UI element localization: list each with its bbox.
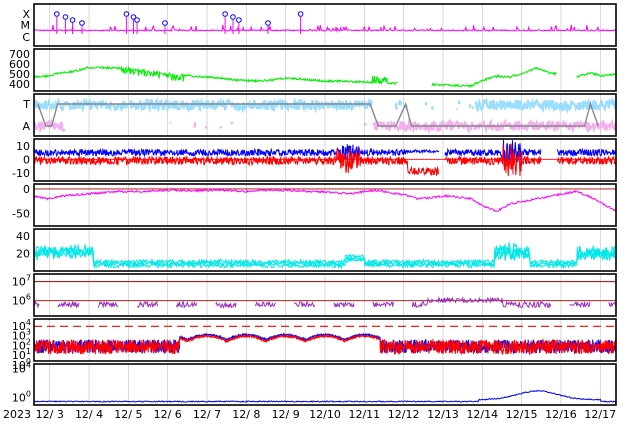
flare-marker	[69, 17, 76, 23]
solar-wind-speed-panel: 400500600700	[9, 48, 617, 92]
x-tick-label: 12/ 5	[114, 408, 142, 421]
flare-marker	[222, 11, 228, 17]
flare-marker	[236, 17, 242, 23]
x-tick-label: 12/14	[466, 408, 498, 421]
imf-field-panel: -10010	[12, 138, 617, 182]
dst-index-panel: -50 0	[12, 183, 617, 227]
flare-marker	[162, 20, 168, 26]
flare-marker	[79, 20, 85, 26]
y-tick-label-C: C	[22, 31, 30, 44]
x-tick-label: 12/17	[584, 408, 616, 421]
x-tick-label: 12/10	[309, 408, 341, 421]
flare-marker	[123, 11, 130, 17]
imf-sector-panel: TA	[22, 93, 617, 137]
y-tick-label--50: -50	[12, 208, 30, 221]
x-tick-label: 12/16	[545, 408, 577, 421]
flare-marker	[54, 11, 60, 17]
y-tick-label-10^4: 104	[12, 360, 31, 375]
year-label: 2023	[3, 408, 31, 421]
x-ray-background-panel: 100 104	[12, 360, 617, 406]
x-tick-label: 12/ 9	[272, 408, 300, 421]
xray-flare-class-panel: XMC	[21, 3, 617, 47]
y-tick-label-40: 40	[16, 230, 30, 243]
x-tick-label: 12/ 6	[154, 408, 182, 421]
y-tick-label-700: 700	[9, 48, 30, 61]
chart-panels: XMC400500600700TA-10010-5002040106107100…	[9, 3, 617, 406]
y-tick-label-A: A	[22, 120, 30, 133]
x-tick-label: 12/ 3	[36, 408, 64, 421]
y-tick-label--10: -10	[12, 167, 30, 180]
y-tick-label-10^6: 106	[12, 293, 31, 308]
electron-flux-panel: 106107	[12, 273, 617, 317]
flare-marker	[62, 14, 69, 20]
x-tick-label: 12/11	[348, 408, 380, 421]
x-tick-label: 12/15	[506, 408, 538, 421]
flare-marker	[265, 20, 271, 26]
flare-marker	[230, 14, 236, 20]
x-tick-label: 12/ 4	[75, 408, 103, 421]
y-tick-label-0: 0	[23, 183, 30, 196]
x-axis: 2023 12/ 3 12/ 4 12/ 5 12/ 6 12/ 7 12/ 8 12/ 9…	[3, 408, 616, 421]
y-tick-label-10^0: 100	[12, 390, 31, 405]
kp-index-panel: 2040	[16, 228, 617, 272]
y-tick-label-10: 10	[16, 140, 30, 153]
y-tick-label-0: 0	[23, 153, 30, 166]
x-tick-label: 12/13	[427, 408, 459, 421]
y-tick-label-T: T	[22, 98, 30, 111]
x-tick-label: 12/ 8	[232, 408, 260, 421]
x-tick-label: 12/ 7	[193, 408, 221, 421]
flare-marker	[297, 11, 304, 17]
solar-activity-chart-stack: XMC400500600700TA-10010-5002040106107100…	[3, 3, 617, 421]
y-tick-label-10^7: 107	[12, 274, 31, 289]
y-tick-label-20: 20	[16, 248, 30, 261]
x-tick-label: 12/12	[388, 408, 420, 421]
flare-marker	[134, 17, 140, 23]
